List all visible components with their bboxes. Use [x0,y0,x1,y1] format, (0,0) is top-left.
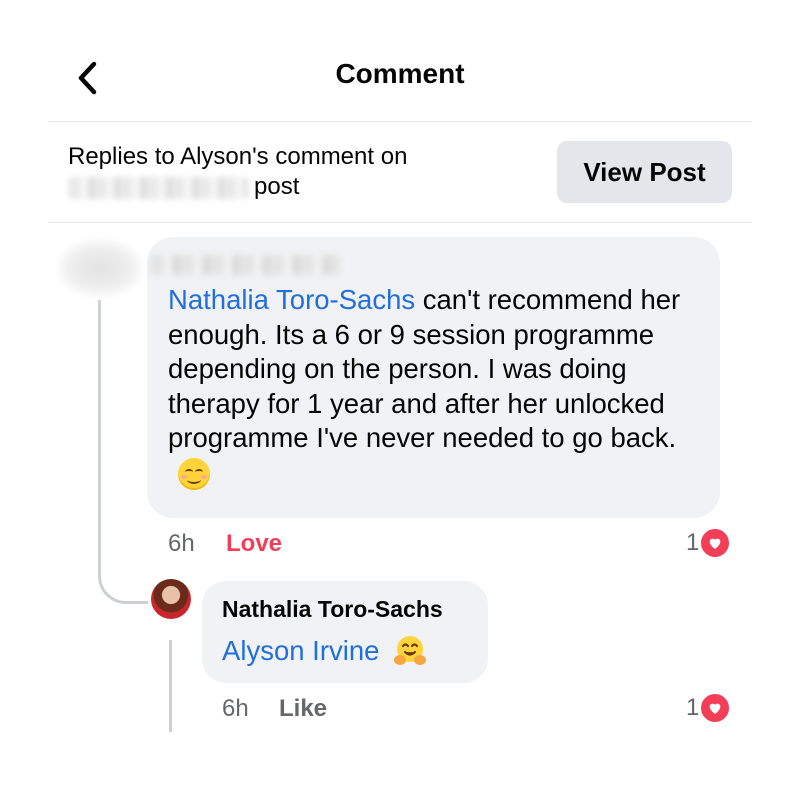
heart-icon [699,527,732,559]
thread-line [98,300,101,544]
love-reaction-button[interactable]: Love [226,530,282,558]
thread-connector [98,540,148,604]
commenter-name-redacted [150,255,340,275]
comment-reaction-summary[interactable]: 1 [686,527,732,559]
comment-text: Nathalia Toro-Sachs can't recommend her … [168,283,708,491]
reply-reaction-summary[interactable]: 1 [686,692,732,724]
heart-icon [699,692,732,724]
replies-context: Replies to Alyson's comment on post [68,142,407,202]
redacted-name [68,176,248,199]
page-title: Comment [335,58,465,89]
hugging-face-icon [393,634,427,668]
replies-context-post: post [68,172,407,202]
reply-text: Alyson Irvine [222,634,427,668]
post-word: post [254,173,300,200]
reply-reaction-count: 1 [686,694,700,721]
header-divider [48,121,752,122]
context-divider [48,222,752,223]
smiling-face-icon [178,458,210,491]
reply-mention-link[interactable]: Alyson Irvine [222,635,379,667]
reply-thread-line [169,640,172,732]
like-button[interactable]: Like [279,695,327,723]
view-post-button[interactable]: View Post [557,141,732,203]
comment-time[interactable]: 6h [168,530,195,558]
reply-author-name[interactable]: Nathalia Toro-Sachs [222,596,443,623]
replies-context-prefix: Replies to Alyson's comment on [68,143,408,170]
commenter-avatar[interactable] [58,240,142,296]
comment-mention-link[interactable]: Nathalia Toro-Sachs [168,284,415,315]
comment-reaction-count: 1 [686,529,700,556]
reply-time[interactable]: 6h [222,695,249,723]
reply-author-avatar[interactable] [151,579,191,619]
